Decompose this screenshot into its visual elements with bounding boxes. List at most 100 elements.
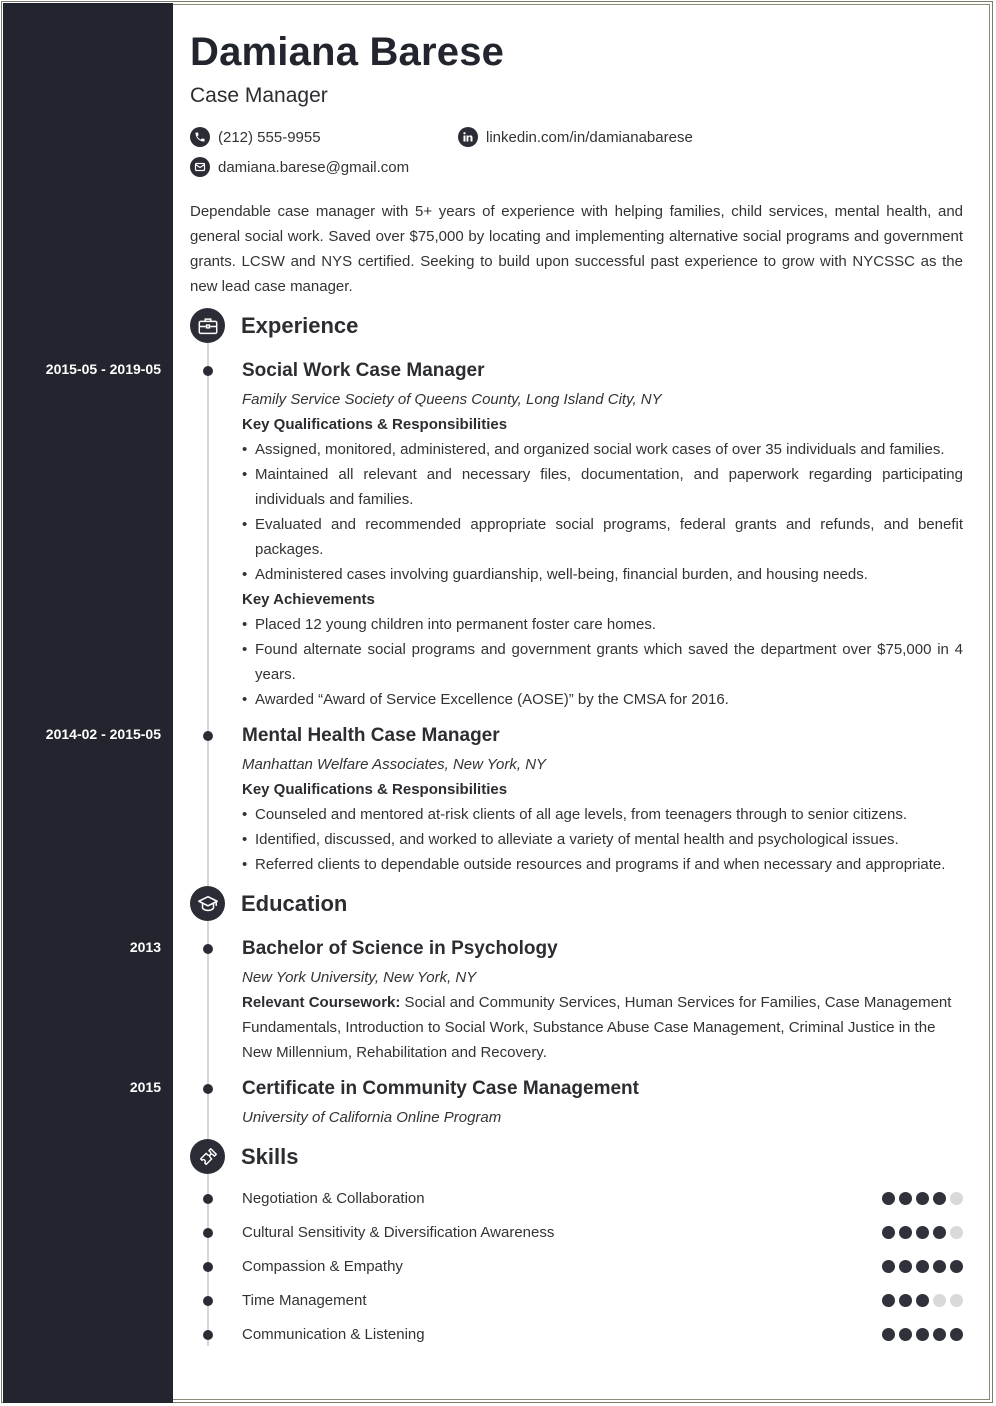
skill-rating — [882, 1226, 963, 1239]
timeline-dot — [203, 1084, 213, 1094]
achievements-heading: Key Achievements — [242, 591, 375, 608]
phone-icon — [190, 127, 210, 147]
rating-dot-filled — [882, 1328, 895, 1341]
skill-name: Communication & Listening — [242, 1326, 425, 1343]
skill-row: Communication & Listening — [242, 1326, 963, 1343]
timeline-dot — [203, 1330, 213, 1340]
section-skills-header: Skills — [190, 1139, 298, 1174]
timeline-dot — [203, 944, 213, 954]
rating-dot-filled — [916, 1328, 929, 1341]
rating-dot-filled — [916, 1192, 929, 1205]
contact-linkedin: linkedin.com/in/damianabarese — [458, 127, 693, 147]
skill-name: Compassion & Empathy — [242, 1258, 403, 1275]
section-experience-header: Experience — [190, 308, 358, 343]
position-title: Social Work Case Manager — [242, 360, 485, 381]
coursework-label: Relevant Coursework: — [242, 994, 401, 1011]
timeline-education — [207, 921, 209, 1143]
linkedin-link[interactable]: linkedin.com/in/damianabarese — [486, 129, 693, 146]
achievements-list: Placed 12 young children into permanent … — [242, 612, 963, 712]
skill-name: Negotiation & Collaboration — [242, 1190, 425, 1207]
skill-rating — [882, 1192, 963, 1205]
candidate-name: Damiana Barese — [190, 30, 505, 74]
rating-dot-filled — [899, 1328, 912, 1341]
employer: Manhattan Welfare Associates, New York, … — [242, 756, 547, 773]
qualifications-list: Counseled and mentored at-risk clients o… — [242, 802, 963, 877]
rating-dot-filled — [899, 1226, 912, 1239]
email-icon — [190, 157, 210, 177]
timeline-dot — [203, 1228, 213, 1238]
skill-rating — [882, 1294, 963, 1307]
section-education-header: Education — [190, 886, 347, 921]
rating-dot-empty — [950, 1294, 963, 1307]
skill-row: Time Management — [242, 1292, 963, 1309]
sidebar — [3, 3, 173, 1403]
list-item: Assigned, monitored, administered, and o… — [242, 437, 963, 462]
rating-dot-filled — [899, 1294, 912, 1307]
section-title: Education — [241, 890, 348, 916]
list-item: Awarded “Award of Service Excellence (AO… — [242, 687, 963, 712]
rating-dot-filled — [899, 1260, 912, 1273]
skill-rating — [882, 1328, 963, 1341]
rating-dot-empty — [950, 1192, 963, 1205]
rating-dot-filled — [933, 1260, 946, 1273]
timeline-dot — [203, 1262, 213, 1272]
rating-dot-filled — [882, 1226, 895, 1239]
rating-dot-filled — [916, 1260, 929, 1273]
skill-name: Cultural Sensitivity & Diversification A… — [242, 1224, 555, 1241]
rating-dot-empty — [933, 1294, 946, 1307]
list-item: Maintained all relevant and necessary fi… — [242, 462, 963, 512]
rating-dot-filled — [950, 1328, 963, 1341]
school: University of California Online Program — [242, 1109, 502, 1126]
qualifications-list: Assigned, monitored, administered, and o… — [242, 437, 963, 587]
rating-dot-filled — [882, 1294, 895, 1307]
timeline-dot — [203, 366, 213, 376]
rating-dot-filled — [916, 1226, 929, 1239]
rating-dot-filled — [882, 1192, 895, 1205]
rating-dot-filled — [916, 1294, 929, 1307]
list-item: Identified, discussed, and worked to all… — [242, 827, 963, 852]
timeline-experience — [207, 343, 209, 888]
position-title: Mental Health Case Manager — [242, 725, 500, 746]
contact-email: damiana.barese@gmail.com — [190, 157, 409, 177]
skill-row: Compassion & Empathy — [242, 1258, 963, 1275]
rating-dot-filled — [933, 1226, 946, 1239]
list-item: Evaluated and recommended appropriate so… — [242, 512, 963, 562]
briefcase-icon — [190, 308, 225, 343]
linkedin-icon — [458, 127, 478, 147]
skill-row: Negotiation & Collaboration — [242, 1190, 963, 1207]
timeline-dot — [203, 731, 213, 741]
skill-row: Cultural Sensitivity & Diversification A… — [242, 1224, 963, 1241]
degree-title: Certificate in Community Case Management — [242, 1078, 639, 1099]
list-item: Referred clients to dependable outside r… — [242, 852, 963, 877]
experience-date: 2015-05 - 2019-05 — [45, 361, 161, 377]
skill-name: Time Management — [242, 1292, 367, 1309]
qualifications-heading: Key Qualifications & Responsibilities — [242, 416, 508, 433]
section-title: Experience — [241, 312, 359, 338]
list-item: Administered cases involving guardianshi… — [242, 562, 963, 587]
coursework: Relevant Coursework: Social and Communit… — [242, 990, 963, 1065]
contact-phone: (212) 555-9955 — [190, 127, 321, 147]
skill-rating — [882, 1260, 963, 1273]
rating-dot-empty — [950, 1226, 963, 1239]
phone-text[interactable]: (212) 555-9955 — [218, 129, 321, 146]
list-item: Found alternate social programs and gove… — [242, 637, 963, 687]
puzzle-piece-icon — [190, 1139, 225, 1174]
job-title-headline: Case Manager — [190, 84, 328, 107]
experience-date: 2014-02 - 2015-05 — [45, 726, 161, 742]
education-date: 2015 — [129, 1079, 161, 1095]
education-date: 2013 — [129, 939, 161, 955]
professional-summary: Dependable case manager with 5+ years of… — [190, 203, 963, 295]
list-item: Counseled and mentored at-risk clients o… — [242, 802, 963, 827]
rating-dot-filled — [950, 1260, 963, 1273]
rating-dot-filled — [933, 1192, 946, 1205]
section-title: Skills — [241, 1143, 299, 1169]
graduation-cap-icon — [190, 886, 225, 921]
timeline-dot — [203, 1296, 213, 1306]
rating-dot-filled — [882, 1260, 895, 1273]
rating-dot-filled — [933, 1328, 946, 1341]
rating-dot-filled — [899, 1192, 912, 1205]
qualifications-heading: Key Qualifications & Responsibilities — [242, 781, 508, 798]
timeline-dot — [203, 1194, 213, 1204]
employer: Family Service Society of Queens County,… — [242, 391, 662, 408]
email-link[interactable]: damiana.barese@gmail.com — [218, 159, 409, 176]
